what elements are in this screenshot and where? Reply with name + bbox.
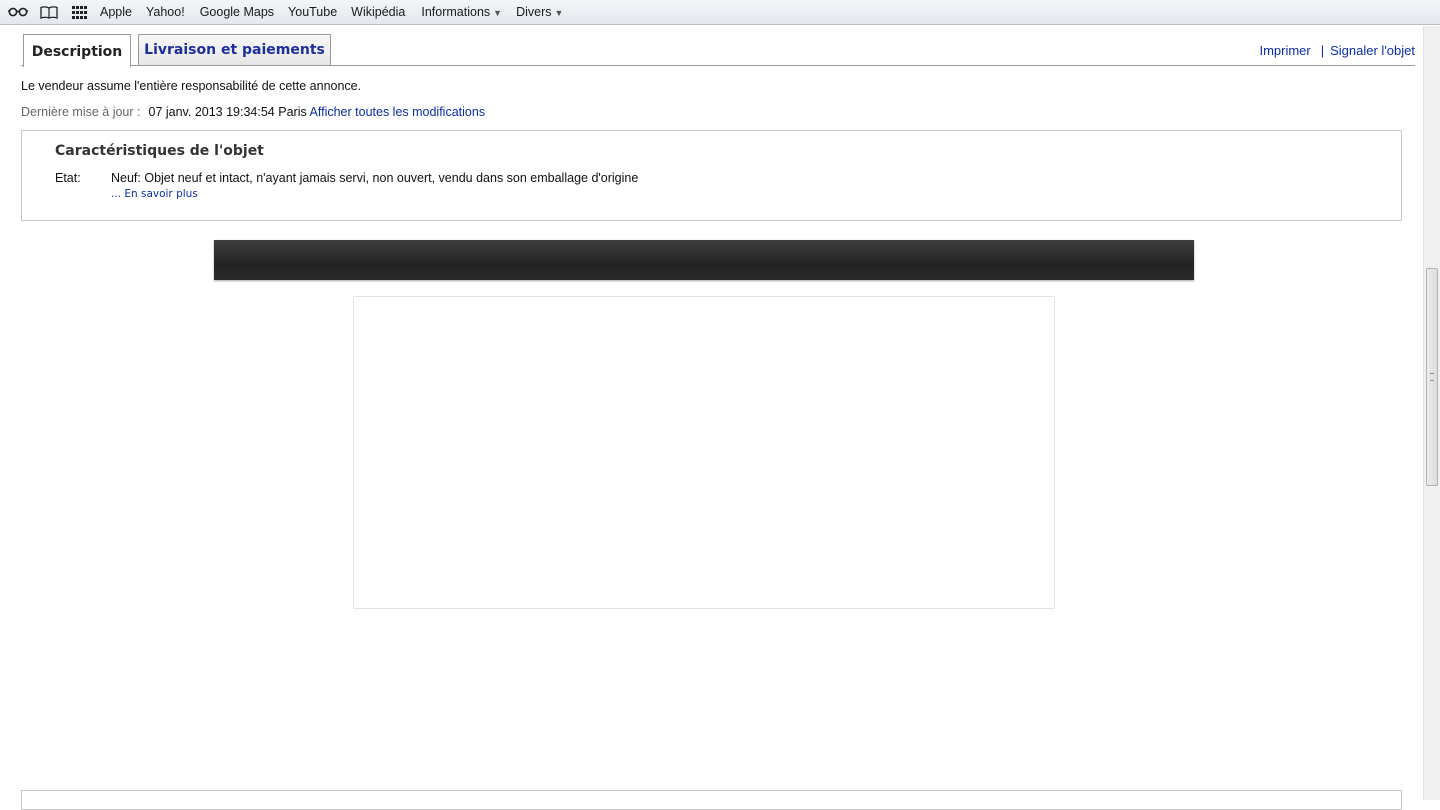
last-update-date: 07 janv. 2013 19:34:54 Paris (148, 105, 307, 119)
bookmark-apple[interactable]: Apple (100, 5, 132, 19)
bookmarks-book-icon[interactable] (40, 0, 58, 25)
reading-list-icon[interactable] (8, 0, 28, 25)
bookmark-folder-label: Divers (516, 5, 552, 19)
bookmark-youtube[interactable]: YouTube (288, 5, 337, 19)
seller-responsibility-text: Le vendeur assume l'entière responsabili… (21, 79, 362, 93)
tab-description[interactable]: Description (23, 34, 131, 67)
caret-down-icon: ▼ (554, 8, 564, 18)
caret-down-icon: ▼ (493, 8, 503, 18)
last-update-label: Dernière mise à jour : (21, 105, 141, 119)
tab-livraison-paiements[interactable]: Livraison et paiements (138, 34, 331, 65)
print-link[interactable]: Imprimer (1259, 43, 1310, 58)
scrollbar-thumb[interactable] (1426, 268, 1438, 486)
characteristics-title: Caractéristiques de l'objet (55, 143, 264, 159)
bookmark-google-maps[interactable]: Google Maps (200, 5, 274, 19)
description-content-box (353, 296, 1055, 609)
condition-value: Neuf: Objet neuf et intact, n'ayant jama… (111, 171, 639, 185)
next-section-box (21, 790, 1402, 810)
bookmark-folder-divers[interactable]: Divers ▼ (516, 5, 563, 19)
link-separator: | (1320, 43, 1325, 58)
description-header-banner (214, 240, 1194, 280)
report-item-link[interactable]: Signaler l'objet (1330, 43, 1415, 58)
bookmark-yahoo[interactable]: Yahoo! (146, 5, 185, 19)
bookmark-folder-informations[interactable]: Informations ▼ (421, 5, 502, 19)
show-all-changes-link[interactable]: Afficher toutes les modifications (310, 105, 486, 119)
last-update-line: Dernière mise à jour : 07 janv. 2013 19:3… (21, 105, 485, 119)
item-characteristics-box: Caractéristiques de l'objet Etat: Neuf: O… (21, 130, 1402, 221)
condition-label: Etat: (55, 171, 81, 185)
bookmarks-bar: Apple Yahoo! Google Maps YouTube Wikipéd… (0, 0, 1440, 25)
tabs-divider (21, 65, 1415, 66)
top-links: Imprimer | Signaler l'objet (1259, 43, 1415, 58)
top-sites-grid-icon[interactable] (72, 0, 87, 25)
scroll-grip-icon (1430, 373, 1434, 381)
vertical-scrollbar[interactable] (1423, 26, 1440, 800)
bookmark-folder-label: Informations (421, 5, 491, 19)
learn-more-link[interactable]: ... En savoir plus (111, 188, 198, 200)
condition-row: Etat: Neuf: Objet neuf et intact, n'ayant… (55, 171, 638, 185)
bookmark-wikipedia[interactable]: Wikipédia (351, 5, 405, 19)
